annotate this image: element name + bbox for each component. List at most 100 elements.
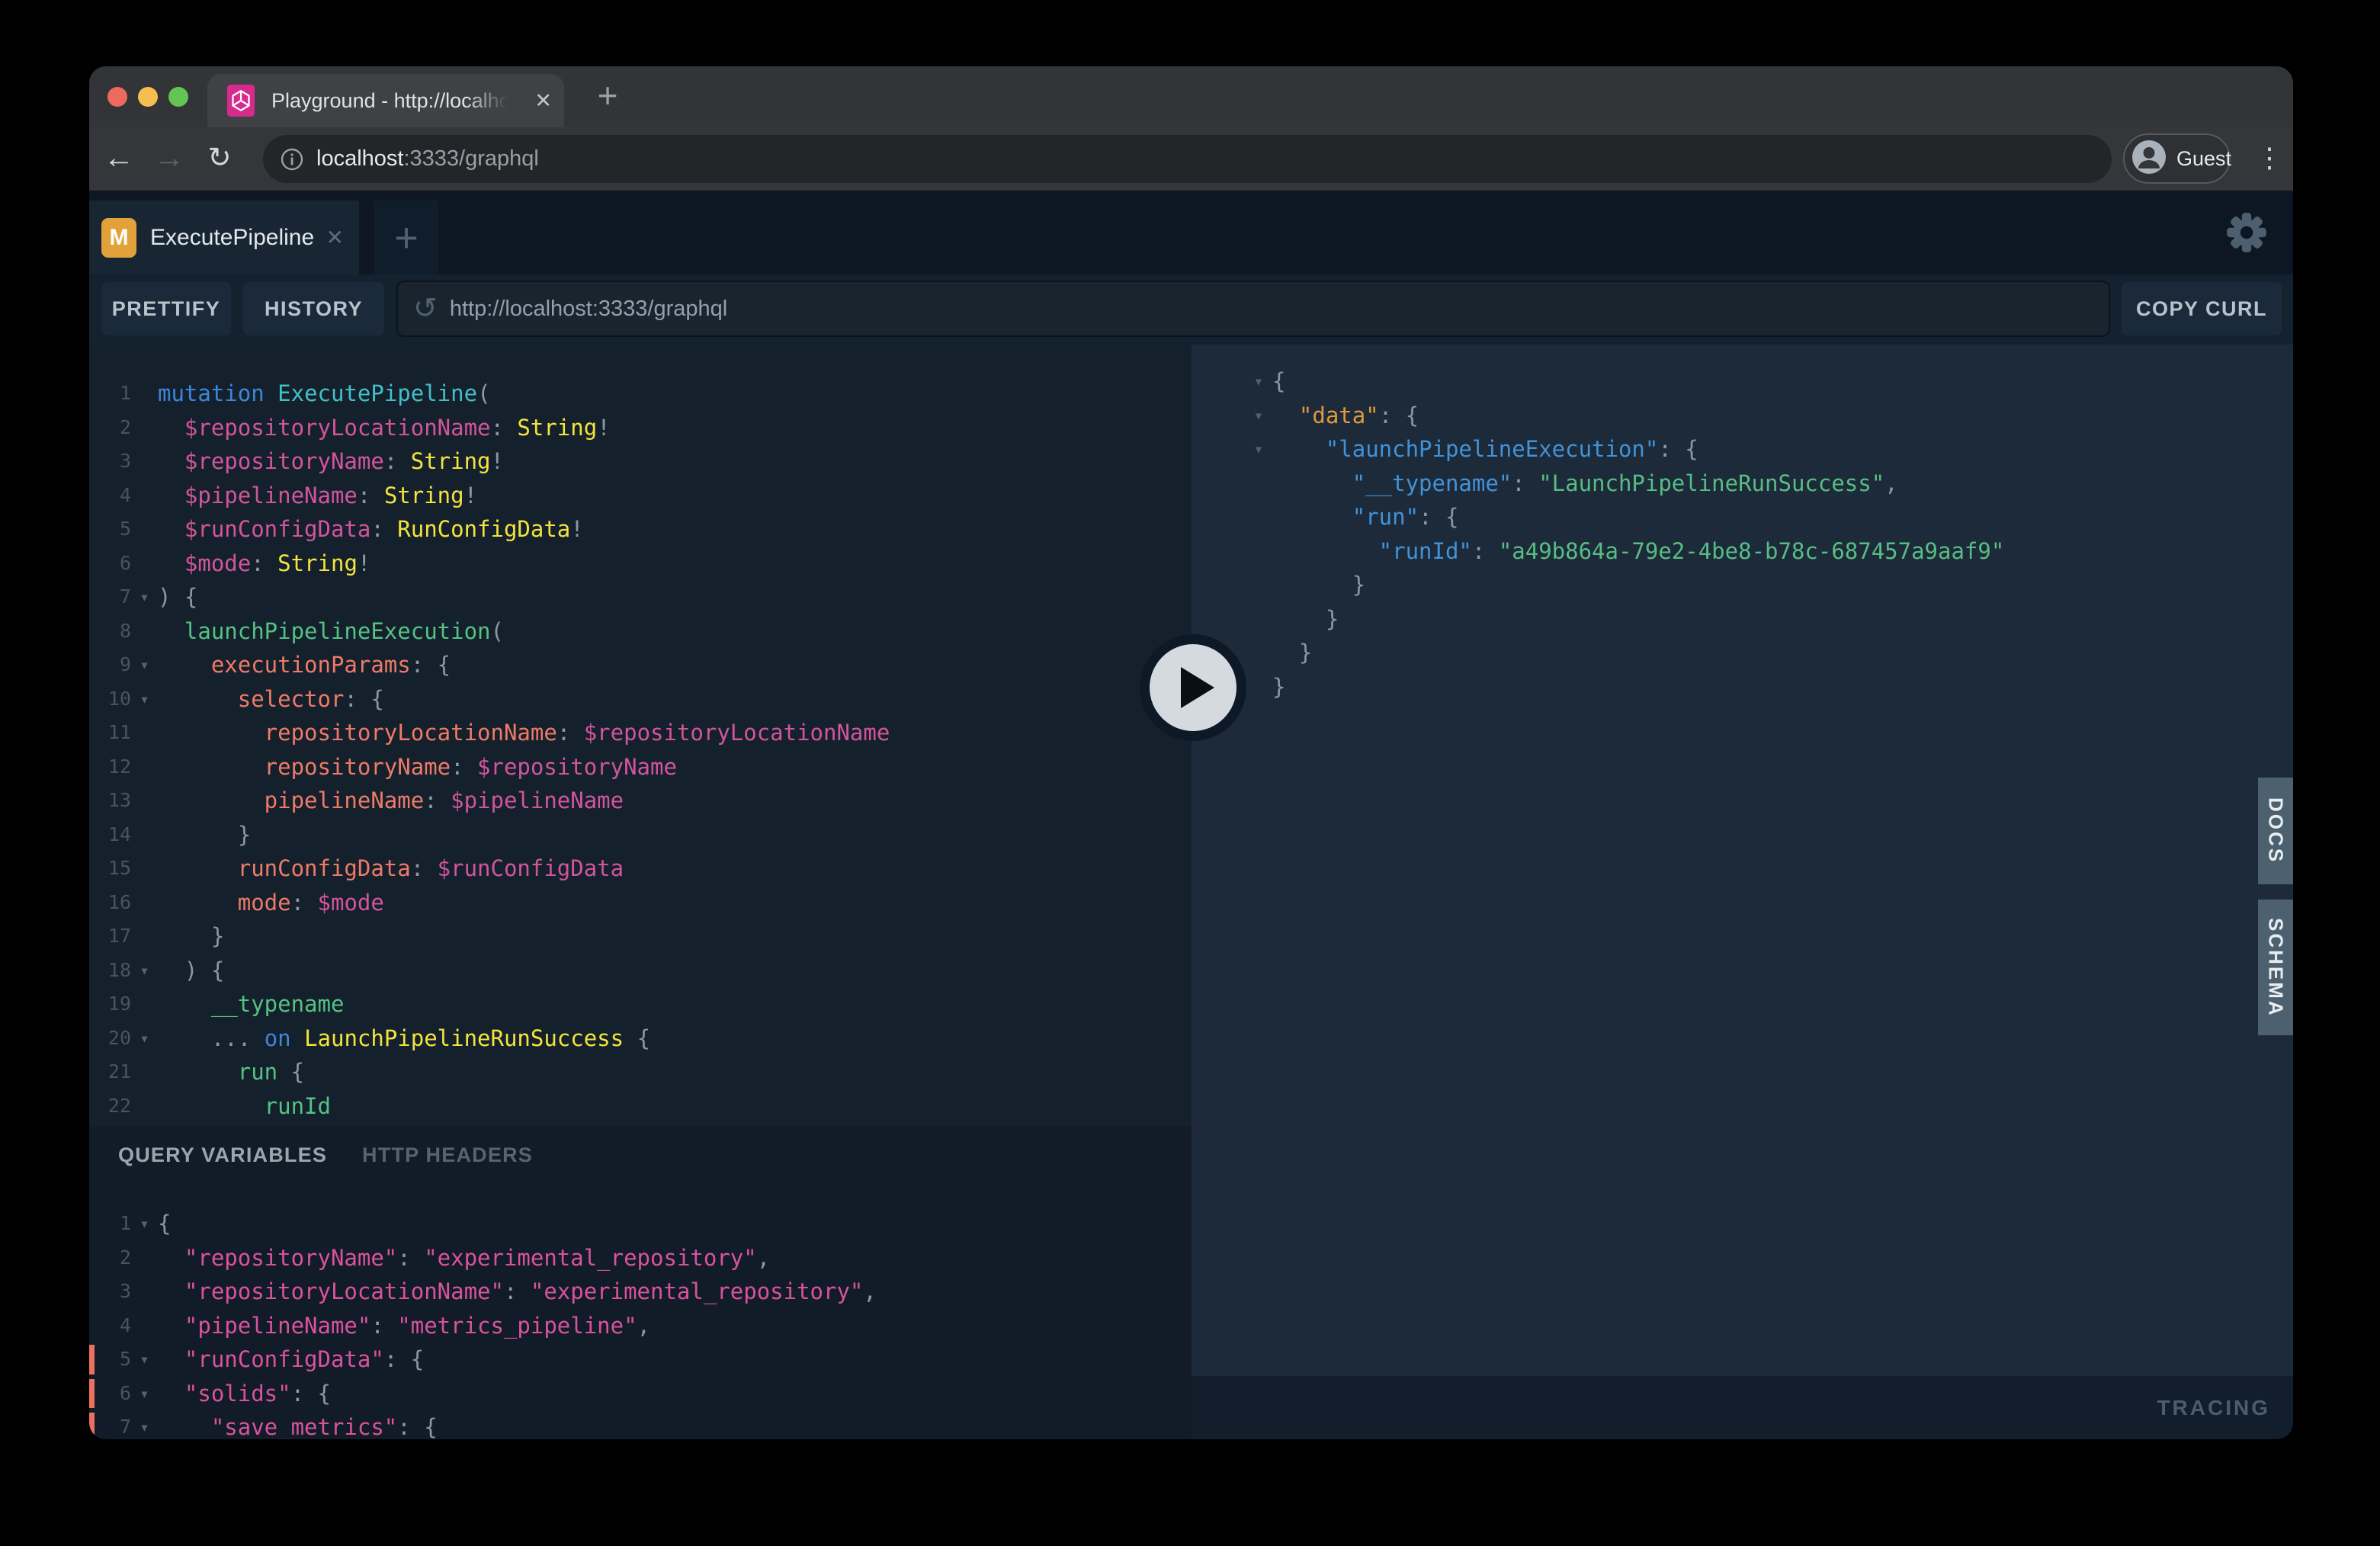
- traffic-light-minimize-icon[interactable]: [138, 87, 158, 107]
- code-line: 1mutation ExecutePipeline(: [89, 377, 1192, 411]
- tracing-label[interactable]: TRACING: [2157, 1396, 2270, 1420]
- code-line: 22 runId: [89, 1089, 1192, 1124]
- line-number: 21: [89, 1055, 131, 1089]
- code-text: ) {: [158, 580, 197, 614]
- code-line: 14 }: [89, 818, 1192, 852]
- code-line: }: [1245, 636, 2293, 670]
- forward-icon[interactable]: →: [150, 127, 188, 191]
- browser-menu-icon[interactable]: ⋮: [2253, 127, 2286, 191]
- site-info-icon[interactable]: [280, 147, 304, 172]
- fold-spacer: [131, 1275, 158, 1309]
- fold-arrow-icon[interactable]: ▾: [1245, 432, 1272, 467]
- address-bar[interactable]: localhost:3333/graphql: [263, 135, 2112, 183]
- code-line: 21 run {: [89, 1055, 1192, 1089]
- fold-arrow-icon[interactable]: ▾: [131, 648, 158, 682]
- line-number: 16: [89, 886, 131, 920]
- fold-arrow-icon[interactable]: ▾: [131, 682, 158, 717]
- code-line: ▾ "data": {: [1245, 399, 2293, 433]
- line-number: 20: [89, 1022, 131, 1056]
- code-line: "__typename": "LaunchPipelineRunSuccess"…: [1245, 467, 2293, 501]
- back-icon[interactable]: ←: [100, 127, 138, 191]
- schema-side-tab[interactable]: SCHEMA: [2258, 900, 2293, 1035]
- fold-spacer: [131, 479, 158, 513]
- traffic-light-fullscreen-icon[interactable]: [168, 87, 188, 107]
- variables-editor[interactable]: 1▾{2 "repositoryName": "experimental_rep…: [89, 1184, 1192, 1439]
- endpoint-history-icon[interactable]: ↺: [413, 294, 438, 323]
- history-button[interactable]: HISTORY: [243, 282, 384, 335]
- code-text: }: [1272, 568, 1365, 602]
- line-number: 6: [89, 1377, 131, 1411]
- browser-new-tab-button[interactable]: +: [583, 72, 632, 121]
- error-indicator: [89, 1413, 95, 1439]
- play-icon: [1150, 644, 1237, 731]
- fold-spacer: [131, 818, 158, 852]
- line-number: 18: [89, 954, 131, 988]
- browser-tabstrip: Playground - http://localhost:3 ✕ +: [89, 66, 2293, 127]
- tab-http-headers[interactable]: HTTP HEADERS: [362, 1143, 533, 1167]
- fold-spacer: [131, 444, 158, 479]
- response-panel: ▾{▾ "data": {▾ "launchPipelineExecution"…: [1192, 345, 2293, 1376]
- reload-icon[interactable]: ↻: [200, 127, 239, 191]
- line-number: 10: [89, 682, 131, 717]
- code-line: 19 __typename: [89, 987, 1192, 1022]
- fold-arrow-icon[interactable]: ▾: [1245, 399, 1272, 433]
- fold-arrow-icon[interactable]: ▾: [131, 954, 158, 988]
- fold-spacer: [131, 716, 158, 750]
- code-line: 3 "repositoryLocationName": "experimenta…: [89, 1275, 1192, 1309]
- line-number: 13: [89, 784, 131, 818]
- code-text: }: [1272, 636, 1312, 670]
- line-number: 15: [89, 852, 131, 886]
- code-text: "launchPipelineExecution": {: [1272, 432, 1698, 467]
- tab-query-variables[interactable]: QUERY VARIABLES: [118, 1143, 327, 1167]
- settings-gear-icon[interactable]: [2223, 209, 2270, 256]
- code-text: run {: [158, 1055, 304, 1089]
- fold-spacer: [131, 987, 158, 1022]
- browser-tab-close-icon[interactable]: ✕: [534, 74, 552, 127]
- profile-button[interactable]: Guest: [2123, 133, 2231, 184]
- code-text: ) {: [158, 954, 224, 988]
- copy-curl-button[interactable]: COPY CURL: [2122, 282, 2282, 335]
- session-tab-close-icon[interactable]: ✕: [326, 225, 344, 250]
- browser-tab[interactable]: Playground - http://localhost:3 ✕: [207, 74, 564, 127]
- code-line: 11 repositoryLocationName: $repositoryLo…: [89, 716, 1192, 750]
- code-text: $pipelineName: String!: [158, 479, 477, 513]
- line-number: 9: [89, 648, 131, 682]
- code-line: }: [1245, 602, 2293, 637]
- fold-arrow-icon[interactable]: ▾: [131, 580, 158, 614]
- new-session-button[interactable]: +: [374, 200, 438, 274]
- code-text: $repositoryLocationName: String!: [158, 411, 611, 445]
- code-text: "__typename": "LaunchPipelineRunSuccess"…: [1272, 467, 1898, 501]
- fold-arrow-icon[interactable]: ▾: [131, 1342, 158, 1377]
- code-line: 20▾ ... on LaunchPipelineRunSuccess {: [89, 1022, 1192, 1056]
- fold-arrow-icon[interactable]: ▾: [131, 1377, 158, 1411]
- fold-spacer: [131, 1055, 158, 1089]
- line-number: 14: [89, 818, 131, 852]
- docs-side-tab[interactable]: DOCS: [2258, 778, 2293, 884]
- code-text: mode: $mode: [158, 886, 384, 920]
- query-editor[interactable]: 1mutation ExecutePipeline(2 $repositoryL…: [89, 345, 1192, 1127]
- fold-arrow-icon[interactable]: ▾: [1245, 364, 1272, 399]
- code-text: runId: [158, 1089, 331, 1124]
- endpoint-input[interactable]: ↺ http://localhost:3333/graphql: [396, 281, 2110, 337]
- fold-spacer: [131, 614, 158, 649]
- line-number: 5: [89, 512, 131, 547]
- code-text: "pipelineName": "metrics_pipeline",: [158, 1309, 650, 1343]
- fold-arrow-icon[interactable]: ▾: [131, 1410, 158, 1439]
- fold-arrow-icon[interactable]: ▾: [131, 1207, 158, 1241]
- session-tab-executepipeline[interactable]: M ExecutePipeline ✕: [89, 200, 359, 274]
- code-line: 5▾ "runConfigData": {: [89, 1342, 1192, 1377]
- line-number: 5: [89, 1342, 131, 1377]
- traffic-light-close-icon[interactable]: [107, 87, 127, 107]
- error-indicator: [89, 1345, 95, 1374]
- code-text: pipelineName: $pipelineName: [158, 784, 624, 818]
- browser-window: Playground - http://localhost:3 ✕ + ← → …: [89, 66, 2293, 1439]
- prettify-button[interactable]: PRETTIFY: [101, 282, 231, 335]
- execute-play-button[interactable]: [1140, 634, 1246, 741]
- address-bar-url: localhost:3333/graphql: [316, 146, 539, 172]
- code-text: $repositoryName: String!: [158, 444, 504, 479]
- variables-panel: QUERY VARIABLES HTTP HEADERS 1▾{2 "repos…: [89, 1127, 1192, 1439]
- code-line: 7▾) {: [89, 580, 1192, 614]
- line-number: 1: [89, 377, 131, 411]
- fold-arrow-icon[interactable]: ▾: [131, 1022, 158, 1056]
- line-number: 2: [89, 411, 131, 445]
